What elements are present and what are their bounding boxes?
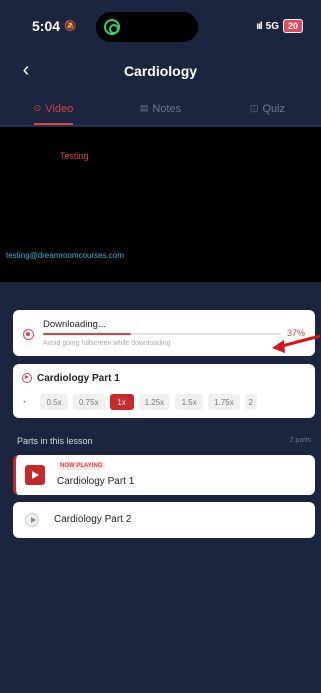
speed-option-0.5x[interactable]: 0.5x: [40, 394, 68, 410]
lesson-card: Cardiology Part 1 ◔ 0.5x 0.75x 1x 1.25x …: [13, 364, 315, 418]
tab-notes[interactable]: ▤ Notes: [107, 92, 214, 125]
play-circle-icon: [25, 513, 39, 527]
speed-option-0.75x[interactable]: 0.75x: [73, 394, 105, 410]
tab-label: Quiz: [262, 102, 286, 115]
part-title: Cardiology Part 1: [57, 476, 135, 487]
chevron-left-icon[interactable]: ‹: [16, 58, 36, 82]
quiz-icon: ◫: [249, 103, 259, 113]
list-item-part-1[interactable]: NOW PLAYING Cardiology Part 1: [13, 455, 315, 495]
speed-option-2x[interactable]: 2: [244, 394, 257, 410]
bell-off-icon: 🔕: [64, 20, 77, 32]
header: ‹ Cardiology: [0, 52, 321, 90]
tab-bar: ⊙ Video ▤ Notes ◫ Quiz: [0, 92, 321, 126]
parts-heading: Parts in this lesson: [17, 436, 93, 446]
speed-option-1x[interactable]: 1x: [109, 394, 134, 410]
notes-icon: ▤: [139, 103, 149, 113]
download-title: Downloading...: [43, 319, 106, 330]
battery-icon: 20: [282, 19, 303, 33]
tab-label: Video: [45, 102, 74, 115]
tab-label: Notes: [152, 102, 182, 115]
download-hint: Avoid going fullscreen while downloading: [43, 340, 171, 347]
annotation-arrow-icon: [272, 334, 321, 353]
clock-time: 5:04: [32, 18, 61, 34]
call-activity-icon: [104, 19, 120, 35]
speed-option-1.5x[interactable]: 1.5x: [175, 394, 204, 410]
playback-speed-selector: ◔ 0.5x 0.75x 1x 1.25x 1.5x 1.75x 2: [21, 394, 257, 410]
now-playing-badge: NOW PLAYING: [57, 462, 106, 470]
tab-quiz[interactable]: ◫ Quiz: [214, 92, 321, 125]
lesson-title: Cardiology Part 1: [37, 373, 120, 384]
play-circle-icon: [22, 373, 32, 383]
speed-gauge-icon: ◔: [21, 397, 27, 407]
record-icon: [23, 329, 34, 340]
part-title: Cardiology Part 2: [54, 514, 132, 525]
video-player[interactable]: Testing testing@dreamroomcourses.com: [0, 127, 321, 282]
list-item-part-2[interactable]: Cardiology Part 2: [13, 502, 315, 538]
signal-icon: ııl: [256, 20, 262, 32]
download-progress-bar: [43, 333, 281, 335]
speed-option-1.75x[interactable]: 1.75x: [208, 394, 240, 410]
watermark-email: testing@dreamroomcourses.com: [6, 251, 124, 260]
video-play-icon: [25, 465, 45, 485]
status-indicators: ııl 5G 20: [256, 19, 303, 33]
tab-video[interactable]: ⊙ Video: [0, 92, 107, 125]
video-icon: ⊙: [33, 103, 42, 113]
network-type: 5G: [265, 20, 279, 32]
download-progress-fill: [43, 333, 132, 335]
watermark-name: Testing: [60, 151, 89, 161]
page-title: Cardiology: [123, 63, 198, 79]
speed-option-1.25x[interactable]: 1.25x: [138, 394, 171, 410]
clock: 5:04 🔕: [32, 18, 76, 34]
parts-count: 2 parts: [289, 437, 311, 444]
dynamic-island: [96, 12, 198, 42]
